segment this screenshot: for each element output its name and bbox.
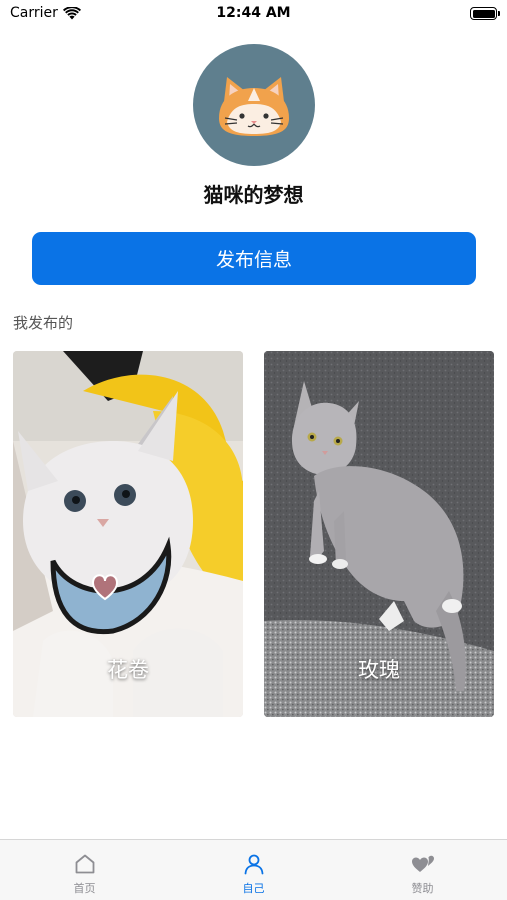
battery-icon — [470, 7, 500, 20]
hearts-icon — [411, 855, 434, 872]
post-title: 玫瑰 — [358, 658, 400, 682]
tab-home-label: 首页 — [73, 882, 96, 895]
profile-name: 猫咪的梦想 — [203, 183, 304, 207]
post-title: 花卷 — [107, 658, 149, 682]
post-card[interactable]: 玫瑰 — [264, 351, 494, 717]
status-time: 12:44 AM — [216, 5, 291, 21]
home-icon — [75, 854, 94, 874]
person-icon — [244, 854, 263, 875]
avatar[interactable] — [193, 44, 315, 166]
section-title: 我发布的 — [13, 314, 74, 332]
tab-self-label: 自己 — [242, 882, 265, 895]
tab-home[interactable]: 首页 — [0, 840, 169, 900]
cat-face-icon — [219, 77, 289, 136]
tab-self[interactable]: 自己 — [169, 840, 338, 900]
tab-sponsor-label: 赞助 — [411, 882, 434, 895]
tab-bar: 首页 自己 赞助 — [0, 839, 507, 900]
publish-button[interactable]: 发布信息 — [32, 232, 476, 285]
post-card[interactable]: 花卷 — [13, 351, 243, 717]
tab-sponsor[interactable]: 赞助 — [338, 840, 507, 900]
status-bar: Carrier 12:44 AM — [0, 0, 507, 28]
